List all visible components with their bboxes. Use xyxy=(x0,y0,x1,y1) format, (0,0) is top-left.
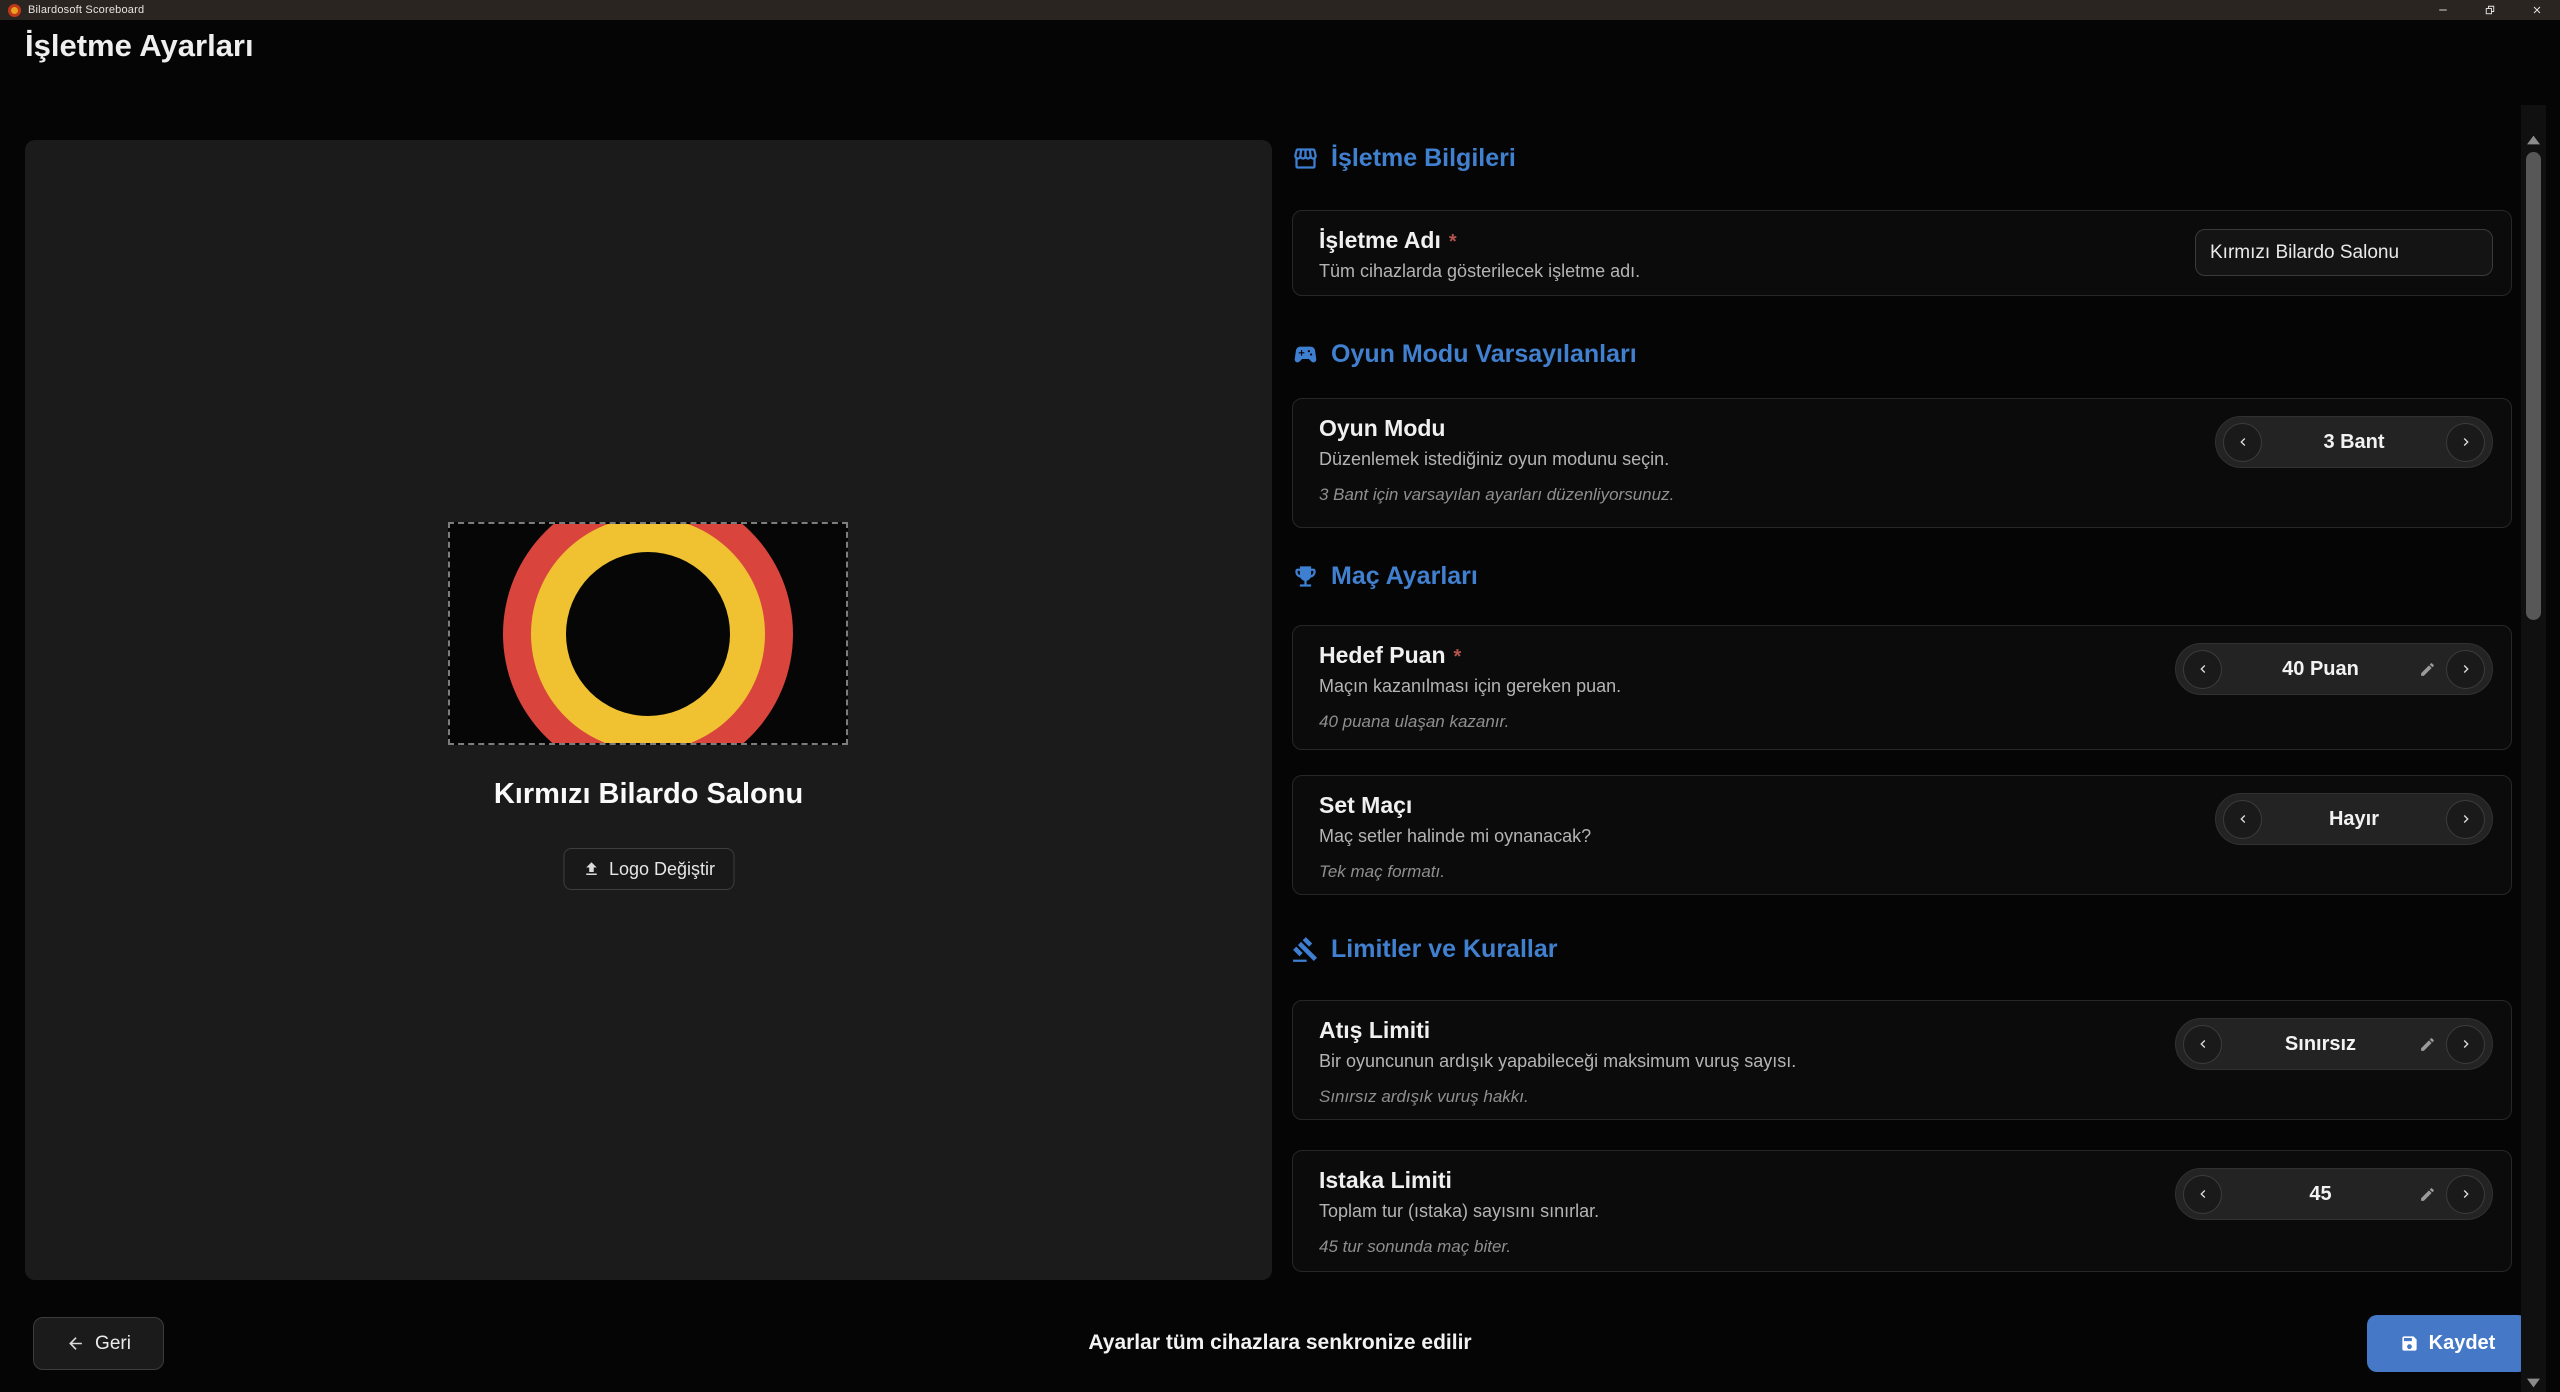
target-score-prev-button[interactable] xyxy=(2183,650,2222,689)
section-business-info-label: İşletme Bilgileri xyxy=(1331,144,1516,173)
shot-limit-value: Sınırsız xyxy=(2222,1033,2419,1056)
restore-button[interactable] xyxy=(2466,0,2513,20)
target-score-value: 40 Puan xyxy=(2222,658,2419,681)
business-name-label: Kırmızı Bilardo Salonu xyxy=(25,778,1272,811)
target-score-next-button[interactable] xyxy=(2446,650,2485,689)
section-game-mode: Oyun Modu Varsayılanları xyxy=(1292,340,1637,369)
logo-panel: Kırmızı Bilardo Salonu Logo Değiştir xyxy=(25,140,1272,1280)
set-match-next-button[interactable] xyxy=(2446,800,2485,839)
set-match-prev-button[interactable] xyxy=(2223,800,2262,839)
business-name-row: İşletme Adı* Tüm cihazlarda gösterilecek… xyxy=(1292,210,2512,296)
cue-limit-stepper: 45 xyxy=(2175,1168,2493,1220)
set-match-row: Set Maçı Maç setler halinde mi oynanacak… xyxy=(1292,775,2512,895)
shot-limit-hint: Sınırsız ardışık vuruş hakkı. xyxy=(1319,1087,2485,1107)
business-name-input[interactable] xyxy=(2195,229,2493,276)
chevron-left-icon xyxy=(2235,811,2251,827)
app-window: Bilardosoft Scoreboard İşletme Ayarları … xyxy=(0,0,2560,1392)
chevron-left-icon xyxy=(2195,661,2211,677)
change-logo-label: Logo Değiştir xyxy=(609,859,715,880)
game-mode-row: Oyun Modu Düzenlemek istediğiniz oyun mo… xyxy=(1292,398,2512,528)
edit-icon[interactable] xyxy=(2419,1186,2436,1203)
sync-note: Ayarlar tüm cihazlara senkronize edilir xyxy=(0,1331,2560,1355)
close-button[interactable] xyxy=(2513,0,2560,20)
required-asterisk: * xyxy=(1454,646,1462,668)
section-limits-label: Limitler ve Kurallar xyxy=(1331,935,1557,964)
restore-icon xyxy=(2484,4,2496,16)
edit-icon[interactable] xyxy=(2419,1036,2436,1053)
target-score-hint: 40 puana ulaşan kazanır. xyxy=(1319,712,2485,732)
set-match-hint: Tek maç formatı. xyxy=(1319,862,2485,882)
scroll-up-arrow-icon[interactable] xyxy=(2527,135,2540,145)
title-bar: Bilardosoft Scoreboard xyxy=(0,0,2560,20)
storefront-icon xyxy=(1292,145,1319,172)
page-title: İşletme Ayarları xyxy=(25,28,254,64)
target-score-stepper: 40 Puan xyxy=(2175,643,2493,695)
minimize-button[interactable] xyxy=(2419,0,2466,20)
set-match-value: Hayır xyxy=(2262,808,2446,831)
cue-limit-hint: 45 tur sonunda maç biter. xyxy=(1319,1237,2485,1257)
scroll-down-arrow-icon[interactable] xyxy=(2527,1378,2540,1388)
edit-icon[interactable] xyxy=(2419,661,2436,678)
chevron-left-icon xyxy=(2235,434,2251,450)
chevron-left-icon xyxy=(2195,1186,2211,1202)
section-game-mode-label: Oyun Modu Varsayılanları xyxy=(1331,340,1637,369)
logo-preview[interactable] xyxy=(448,522,848,745)
gamepad-icon xyxy=(1292,341,1319,368)
shot-limit-row: Atış Limiti Bir oyuncunun ardışık yapabi… xyxy=(1292,1000,2512,1120)
section-match: Maç Ayarları xyxy=(1292,562,1478,591)
chevron-right-icon xyxy=(2458,811,2474,827)
chevron-left-icon xyxy=(2195,1036,2211,1052)
change-logo-button[interactable]: Logo Değiştir xyxy=(563,848,734,890)
cue-limit-next-button[interactable] xyxy=(2446,1175,2485,1214)
chevron-right-icon xyxy=(2458,434,2474,450)
set-match-stepper: Hayır xyxy=(2215,793,2493,845)
game-mode-hint: 3 Bant için varsayılan ayarları düzenliy… xyxy=(1319,485,2485,505)
trophy-icon xyxy=(1292,563,1319,590)
upload-icon xyxy=(582,860,600,878)
chevron-right-icon xyxy=(2458,1036,2474,1052)
target-score-row: Hedef Puan* Maçın kazanılması için gerek… xyxy=(1292,625,2512,750)
shot-limit-prev-button[interactable] xyxy=(2183,1025,2222,1064)
required-asterisk: * xyxy=(1449,231,1457,253)
save-button-label: Kaydet xyxy=(2429,1332,2496,1355)
game-mode-stepper: 3 Bant xyxy=(2215,416,2493,468)
section-limits: Limitler ve Kurallar xyxy=(1292,935,1557,964)
minimize-icon xyxy=(2437,4,2449,16)
game-mode-prev-button[interactable] xyxy=(2223,423,2262,462)
window-title: Bilardosoft Scoreboard xyxy=(28,4,144,16)
section-business-info: İşletme Bilgileri xyxy=(1292,144,1516,173)
game-mode-next-button[interactable] xyxy=(2446,423,2485,462)
chevron-right-icon xyxy=(2458,1186,2474,1202)
shot-limit-stepper: Sınırsız xyxy=(2175,1018,2493,1070)
shot-limit-next-button[interactable] xyxy=(2446,1025,2485,1064)
cue-limit-prev-button[interactable] xyxy=(2183,1175,2222,1214)
game-mode-value: 3 Bant xyxy=(2262,431,2446,454)
cue-limit-row: Istaka Limiti Toplam tur (ıstaka) sayısı… xyxy=(1292,1150,2512,1272)
scrollbar-thumb[interactable] xyxy=(2526,152,2541,620)
app-logo-icon xyxy=(8,4,21,17)
gavel-icon xyxy=(1292,936,1319,963)
section-match-label: Maç Ayarları xyxy=(1331,562,1478,591)
chevron-right-icon xyxy=(2458,661,2474,677)
logo-center-circle xyxy=(566,552,730,716)
save-icon xyxy=(2400,1334,2419,1353)
close-icon xyxy=(2531,4,2543,16)
cue-limit-value: 45 xyxy=(2222,1183,2419,1206)
save-button[interactable]: Kaydet xyxy=(2367,1315,2528,1372)
